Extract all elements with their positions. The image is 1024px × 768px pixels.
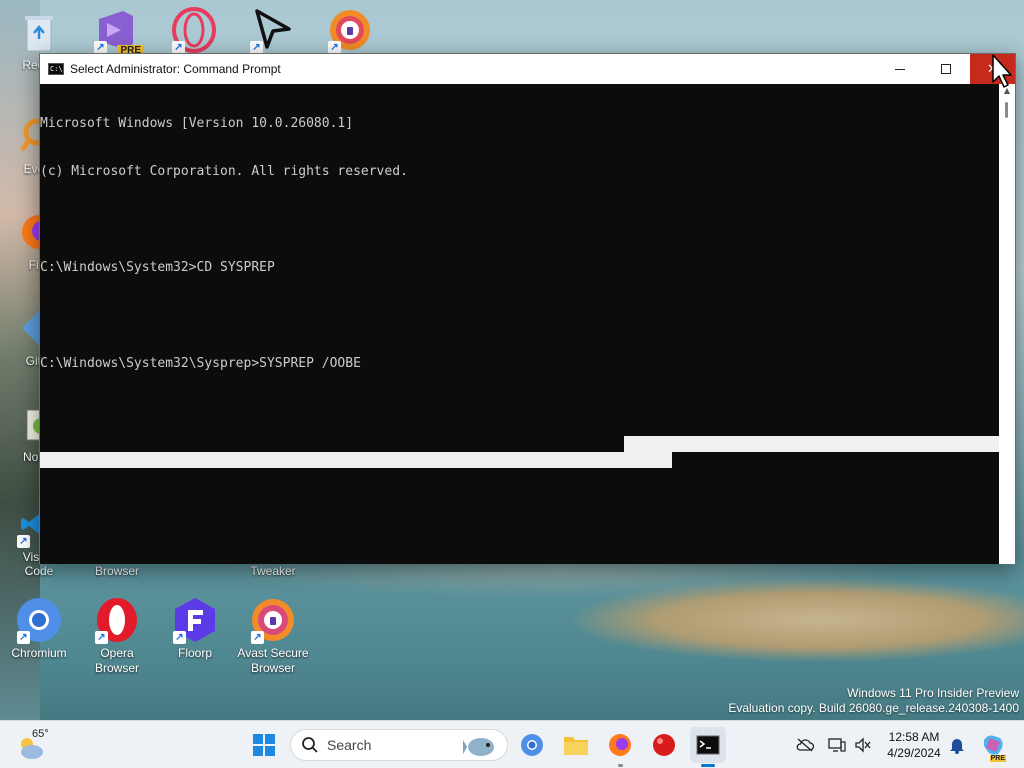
shortcut-arrow-icon: ↗ — [17, 535, 30, 548]
desktop-icon-chromium[interactable]: ↗ Chromium — [1, 596, 77, 661]
opera-gx-icon: ↗ — [170, 6, 218, 54]
volume-muted-icon — [855, 737, 871, 753]
tray-onedrive[interactable] — [794, 721, 816, 768]
firefox-icon — [609, 734, 631, 756]
red-ball-icon — [653, 734, 675, 756]
cmd-app-icon: C:\ — [48, 63, 64, 75]
command-prompt-window[interactable]: C:\ Select Administrator: Command Prompt… — [39, 53, 1016, 564]
taskbar-firefox[interactable] — [602, 727, 638, 767]
start-button[interactable] — [246, 727, 282, 763]
windows-evaluation-watermark: Windows 11 Pro Insider Preview Evaluatio… — [728, 686, 1019, 715]
desktop-icon-cursor-app[interactable]: ↗ — [234, 6, 310, 56]
network-icon — [828, 738, 846, 752]
desktop-icon-opera[interactable]: ↗ Opera Browser — [79, 596, 155, 676]
window-titlebar[interactable]: C:\ Select Administrator: Command Prompt… — [40, 54, 1015, 84]
minimize-icon — [895, 68, 905, 70]
avast-secure-browser-icon: ↗ — [326, 6, 374, 54]
mouse-pointer-icon — [992, 54, 1012, 88]
floorp-icon: ↗ — [171, 596, 219, 644]
minimize-button[interactable] — [877, 54, 923, 84]
text-selection-highlight — [624, 436, 1000, 452]
desktop-label-tweaker: Tweaker — [250, 564, 296, 578]
shortcut-arrow-icon: ↗ — [173, 631, 186, 644]
active-indicator — [701, 764, 715, 767]
desktop-icon-visual-studio-preview[interactable]: PRE ↗ — [78, 6, 154, 56]
windows-logo-icon — [253, 734, 275, 756]
desktop-icon-opera-gx[interactable]: ↗ — [156, 6, 232, 56]
console-line: (c) Microsoft Corporation. All rights re… — [40, 164, 408, 179]
tray-copilot[interactable]: PRE — [978, 721, 1008, 768]
desktop-label-code: Code — [24, 564, 54, 578]
search-icon — [302, 737, 318, 753]
shortcut-arrow-icon: ↗ — [17, 631, 30, 644]
shortcut-arrow-icon: ↗ — [95, 631, 108, 644]
maximize-icon — [941, 64, 951, 74]
taskbar-red-app[interactable] — [646, 727, 682, 763]
desktop-icon-floorp[interactable]: ↗ Floorp — [157, 596, 233, 661]
scrollbar-thumb[interactable] — [1005, 102, 1008, 118]
maximize-button[interactable] — [923, 54, 969, 84]
desktop-icon-avast-top[interactable]: ↗ — [312, 6, 388, 56]
cloud-offline-icon — [796, 738, 814, 752]
copilot-preview-badge: PRE — [989, 755, 1006, 762]
opera-icon: ↗ — [93, 596, 141, 644]
console-line: C:\Windows\System32>CD SYSPREP — [40, 260, 275, 275]
console-line: Microsoft Windows [Version 10.0.26080.1] — [40, 116, 354, 131]
avast-secure-browser-icon: ↗ — [249, 596, 297, 644]
window-title: Select Administrator: Command Prompt — [70, 62, 281, 76]
desktop-icon-avast-secure-browser[interactable]: ↗ Avast Secure Browser — [235, 596, 311, 676]
clock-time: 12:58 AM — [888, 730, 940, 744]
console-output[interactable]: Microsoft Windows [Version 10.0.26080.1]… — [40, 84, 1000, 564]
tray-notifications[interactable] — [946, 721, 968, 768]
chromium-icon — [521, 734, 543, 756]
taskbar-clock[interactable]: 12:58 AM 4/29/2024 — [876, 729, 952, 761]
shortcut-arrow-icon: ↗ — [251, 631, 264, 644]
tray-network[interactable] — [826, 721, 848, 768]
console-scrollbar[interactable]: ▲ — [999, 84, 1015, 564]
search-placeholder: Search — [327, 737, 372, 753]
cursor-arrow-app-icon: ↗ — [248, 6, 296, 54]
taskbar-search-box[interactable]: Search — [290, 729, 508, 761]
taskbar-chromium[interactable] — [514, 727, 550, 763]
folder-icon — [564, 737, 588, 755]
console-line: C:\Windows\System32\Sysprep>SYSPREP /OOB… — [40, 356, 361, 371]
search-highlight-fish-icon — [463, 738, 494, 756]
text-selection-highlight — [40, 452, 672, 468]
visual-studio-preview-icon: PRE ↗ — [92, 6, 144, 56]
clock-date: 4/29/2024 — [887, 746, 941, 760]
taskbar-command-prompt[interactable] — [690, 727, 726, 767]
recycle-bin-icon — [15, 8, 63, 56]
taskbar-file-explorer[interactable] — [558, 727, 594, 763]
tray-volume[interactable] — [852, 721, 874, 768]
terminal-icon — [696, 735, 720, 755]
bell-icon — [950, 739, 964, 754]
weather-widget[interactable]: 65° — [16, 727, 66, 763]
chromium-icon: ↗ — [15, 596, 63, 644]
weather-temperature: 65° — [32, 728, 49, 740]
running-indicator — [618, 764, 623, 767]
taskbar: 65° Search 12:58 AM 4/29/2024 PRE — [0, 720, 1024, 768]
desktop-label-browser: Browser — [94, 564, 139, 578]
